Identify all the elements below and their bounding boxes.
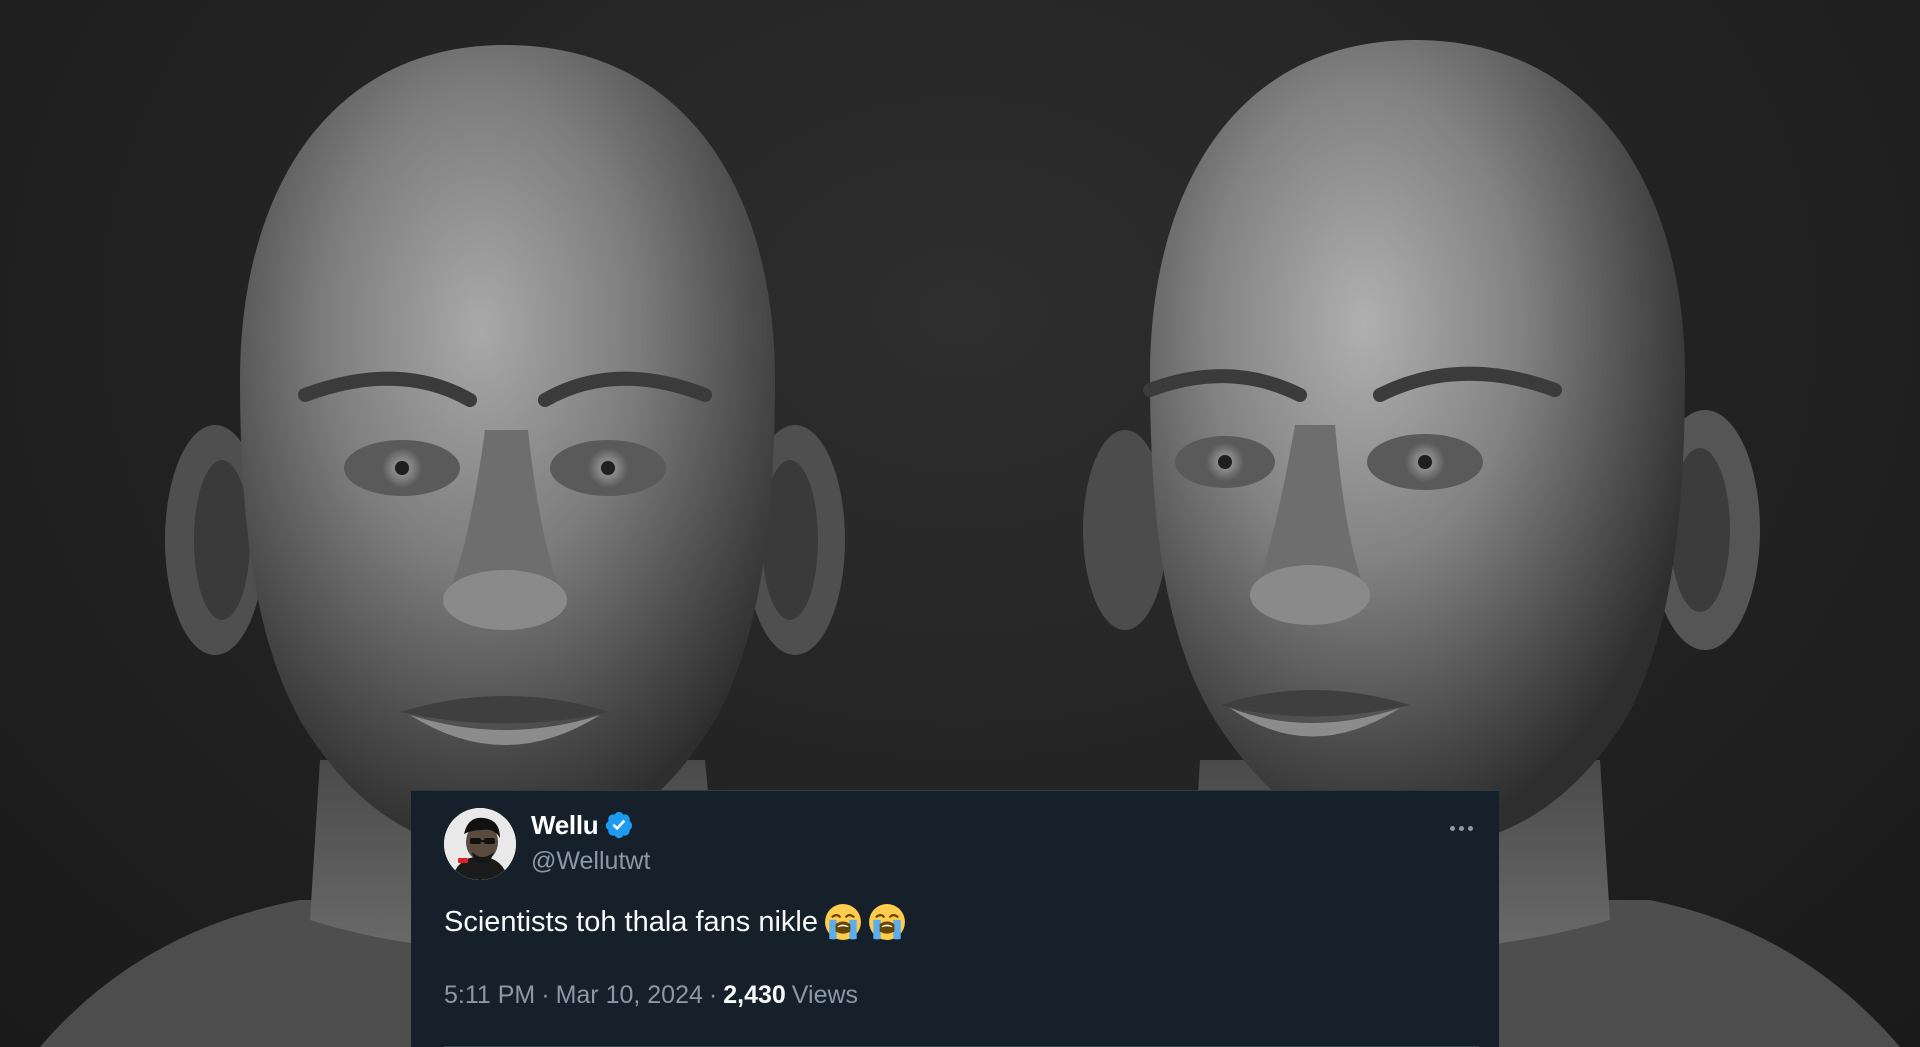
- avatar-image: [444, 808, 516, 880]
- avatar[interactable]: [444, 808, 516, 880]
- more-dot-icon: [1449, 825, 1455, 831]
- views-count: 2,430: [723, 981, 786, 1009]
- more-dot-icon: [1467, 825, 1473, 831]
- meta-separator: ·: [541, 981, 550, 1009]
- more-options-button[interactable]: [1441, 813, 1481, 843]
- tweet-text: Scientists toh thala fans nikle: [444, 905, 818, 938]
- tweet-card[interactable]: Wellu @Wellutwt Scientists toh thala fan…: [411, 790, 1499, 1047]
- tweet-date[interactable]: Mar 10, 2024: [556, 981, 703, 1010]
- author-row: Wellu: [531, 810, 634, 840]
- user-handle[interactable]: @Wellutwt: [531, 847, 650, 876]
- display-name[interactable]: Wellu: [531, 810, 599, 841]
- views-label: Views: [791, 981, 859, 1009]
- loudly-crying-face-icon: [824, 903, 862, 941]
- tweet-metadata: 5:11 PM · Mar 10, 2024 · 2,430 Views: [444, 981, 858, 1010]
- tweet-time[interactable]: 5:11 PM: [444, 981, 535, 1010]
- tweet-body: Scientists toh thala fans nikle: [444, 903, 906, 941]
- meta-separator: ·: [708, 981, 718, 1009]
- verified-badge-icon: [604, 810, 634, 840]
- loudly-crying-face-icon: [868, 903, 906, 941]
- meme-image: Wellu @Wellutwt Scientists toh thala fan…: [0, 0, 1920, 1047]
- more-dot-icon: [1458, 825, 1464, 831]
